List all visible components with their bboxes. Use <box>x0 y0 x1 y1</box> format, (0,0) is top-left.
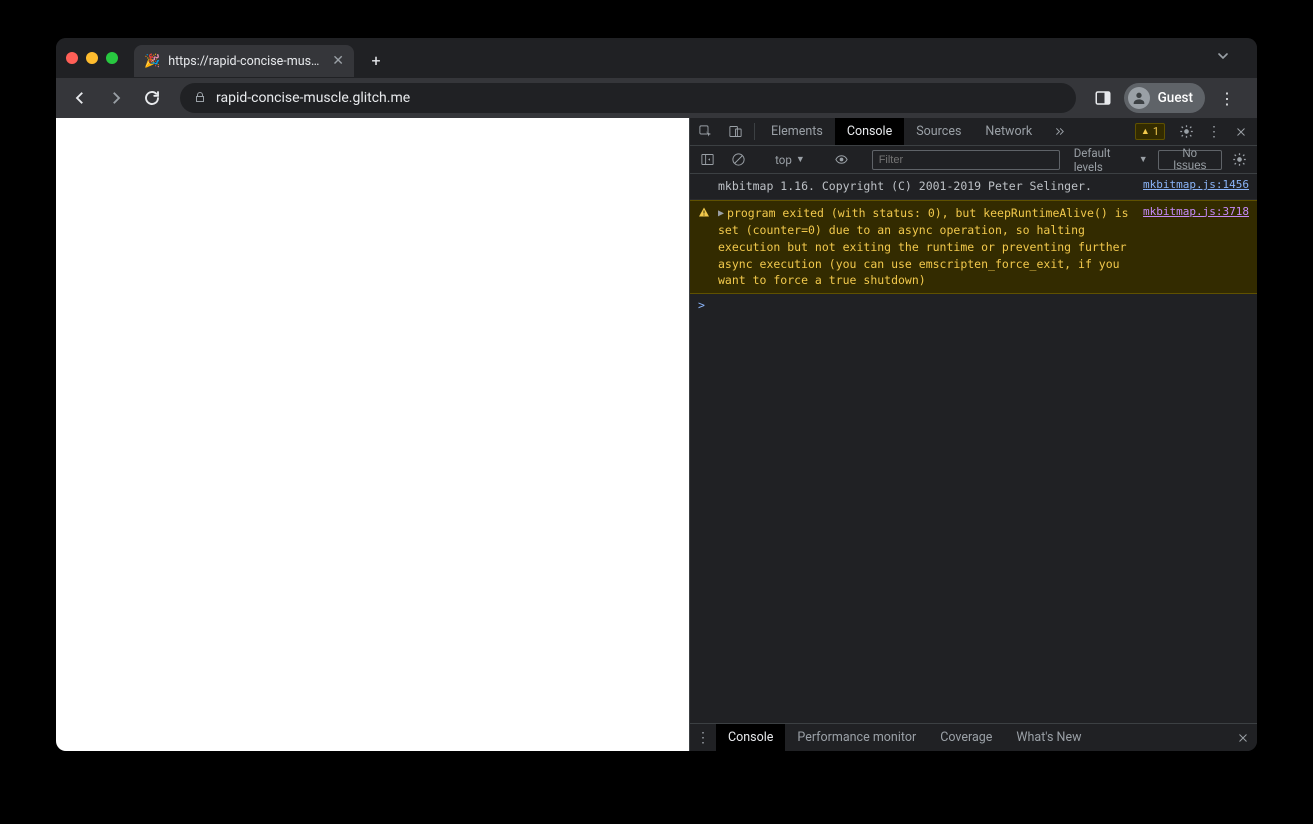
devtools-drawer: ⋮ Console Performance monitor Coverage W… <box>690 723 1257 751</box>
devtools-tabbar: Elements Console Sources Network ▲ 1 ⋮ <box>690 118 1257 146</box>
browser-menu-button[interactable]: ⋮ <box>1211 85 1245 112</box>
context-label: top <box>775 153 792 167</box>
tabs-dropdown-icon[interactable] <box>1207 44 1239 72</box>
warnings-badge[interactable]: ▲ 1 <box>1135 123 1165 140</box>
console-prompt[interactable]: > <box>690 294 1257 316</box>
tab-elements[interactable]: Elements <box>759 118 835 145</box>
drawer-close-button[interactable] <box>1229 724 1257 751</box>
warning-message: ▶program exited (with status: 0), but ke… <box>718 205 1135 289</box>
tab-sources[interactable]: Sources <box>904 118 973 145</box>
window-close-button[interactable] <box>66 52 78 64</box>
profile-label: Guest <box>1158 90 1193 106</box>
prompt-caret-icon: > <box>698 298 705 312</box>
chevron-down-icon: ▼ <box>1139 154 1148 165</box>
content-area: Elements Console Sources Network ▲ 1 ⋮ <box>56 118 1257 751</box>
tab-network[interactable]: Network <box>973 118 1044 145</box>
back-button[interactable] <box>64 82 96 114</box>
tab-console[interactable]: Console <box>835 118 904 145</box>
browser-tab[interactable]: 🎉 https://rapid-concise-muscle.g ✕ <box>134 45 354 77</box>
tab-favicon: 🎉 <box>144 54 160 69</box>
live-expression-icon[interactable] <box>828 152 855 167</box>
warning-count: 1 <box>1153 125 1159 138</box>
log-message: mkbitmap 1.16. Copyright (C) 2001-2019 P… <box>718 178 1135 195</box>
console-settings-button[interactable] <box>1226 152 1253 167</box>
inspect-element-icon[interactable] <box>690 118 720 145</box>
chevron-down-icon: ▼ <box>796 154 805 165</box>
titlebar: 🎉 https://rapid-concise-muscle.g ✕ + <box>56 38 1257 78</box>
source-link[interactable]: mkbitmap.js:1456 <box>1143 178 1249 191</box>
address-bar[interactable]: rapid-concise-muscle.glitch.me <box>180 83 1076 113</box>
url-text: rapid-concise-muscle.glitch.me <box>216 90 410 106</box>
avatar-icon <box>1128 87 1150 109</box>
levels-label: Default levels <box>1074 146 1135 174</box>
tabs-overflow-icon[interactable] <box>1044 118 1074 145</box>
lock-icon <box>194 91 206 106</box>
devtools-settings-button[interactable] <box>1171 124 1201 139</box>
expand-caret-icon[interactable]: ▶ <box>718 207 724 222</box>
tab-close-button[interactable]: ✕ <box>332 53 344 69</box>
forward-button[interactable] <box>100 82 132 114</box>
page-viewport[interactable] <box>56 118 689 751</box>
console-output[interactable]: mkbitmap 1.16. Copyright (C) 2001-2019 P… <box>690 174 1257 723</box>
issues-button[interactable]: No Issues <box>1158 150 1222 170</box>
side-panel-button[interactable] <box>1088 83 1118 113</box>
profile-button[interactable]: Guest <box>1124 83 1205 113</box>
clear-console-icon[interactable] <box>725 152 752 167</box>
browser-window: 🎉 https://rapid-concise-muscle.g ✕ + rap… <box>56 38 1257 751</box>
traffic-lights <box>66 52 118 64</box>
devtools-menu-button[interactable]: ⋮ <box>1201 124 1227 140</box>
console-warning-row: ▶program exited (with status: 0), but ke… <box>690 200 1257 294</box>
warning-icon <box>698 206 710 289</box>
drawer-menu-button[interactable]: ⋮ <box>690 724 716 751</box>
window-fullscreen-button[interactable] <box>106 52 118 64</box>
browser-toolbar: rapid-concise-muscle.glitch.me Guest ⋮ <box>56 78 1257 118</box>
drawer-tab-perfmon[interactable]: Performance monitor <box>785 724 928 751</box>
reload-button[interactable] <box>136 82 168 114</box>
source-link[interactable]: mkbitmap.js:3718 <box>1143 205 1249 218</box>
console-log-row: mkbitmap 1.16. Copyright (C) 2001-2019 P… <box>690 174 1257 200</box>
tab-title: https://rapid-concise-muscle.g <box>168 54 324 69</box>
console-toolbar: top ▼ Default levels ▼ No Issues <box>690 146 1257 174</box>
device-toggle-icon[interactable] <box>720 118 750 145</box>
filter-input[interactable] <box>872 150 1060 170</box>
warning-triangle-icon: ▲ <box>1141 126 1150 137</box>
context-selector[interactable]: top ▼ <box>769 153 811 167</box>
console-sidebar-toggle-icon[interactable] <box>694 152 721 167</box>
drawer-tab-console[interactable]: Console <box>716 724 785 751</box>
devtools-panel: Elements Console Sources Network ▲ 1 ⋮ <box>689 118 1257 751</box>
devtools-close-button[interactable] <box>1227 126 1255 138</box>
drawer-tab-whatsnew[interactable]: What's New <box>1004 724 1093 751</box>
log-levels-selector[interactable]: Default levels ▼ <box>1068 146 1154 174</box>
new-tab-button[interactable]: + <box>362 46 390 74</box>
window-minimize-button[interactable] <box>86 52 98 64</box>
drawer-tab-coverage[interactable]: Coverage <box>928 724 1004 751</box>
